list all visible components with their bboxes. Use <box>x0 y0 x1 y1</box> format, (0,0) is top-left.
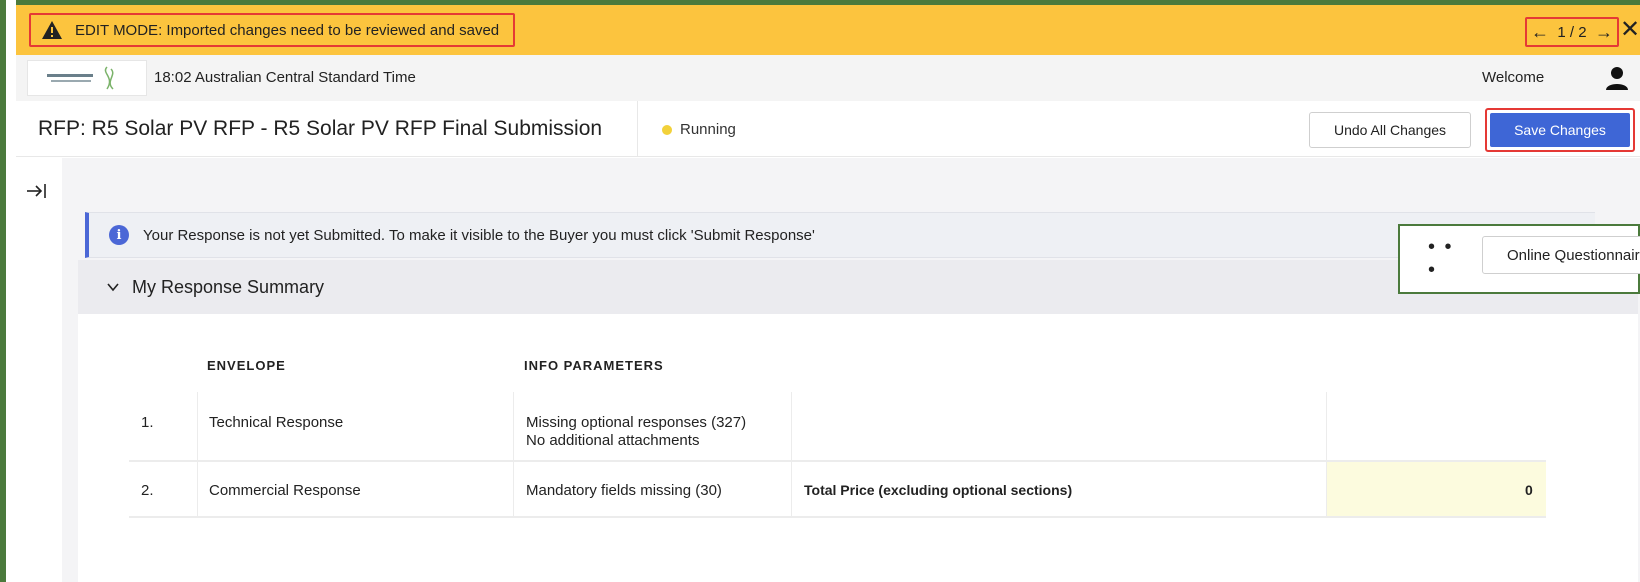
row-number: 2. <box>141 482 154 499</box>
status-text: Running <box>680 121 736 138</box>
edit-mode-text: EDIT MODE: Imported changes need to be r… <box>75 21 500 39</box>
table-row: 2. Commercial Response Mandatory fields … <box>129 462 1546 518</box>
column-divider <box>791 392 792 460</box>
alert-text: Your Response is not yet Submitted. To m… <box>143 226 815 244</box>
column-divider <box>513 462 514 516</box>
title-divider <box>637 101 638 157</box>
chevron-down-icon <box>106 280 120 294</box>
page-title: RFP: R5 Solar PV RFP - R5 Solar PV RFP F… <box>38 117 603 140</box>
close-icon[interactable]: ✕ <box>1620 15 1640 45</box>
online-questionnaire-button[interactable]: Online Questionnaire <box>1482 236 1640 274</box>
page-title-bar: RFP: R5 Solar PV RFP - R5 Solar PV RFP F… <box>16 101 1640 157</box>
envelope-name: Commercial Response <box>209 482 361 499</box>
change-pager: ← 1 / 2 → <box>1525 17 1619 47</box>
info-parameter: Mandatory fields missing (30) <box>526 482 722 499</box>
save-changes-button[interactable]: Save Changes <box>1490 113 1630 147</box>
warning-icon <box>41 20 63 40</box>
user-icon[interactable] <box>1604 65 1630 91</box>
side-rail <box>16 158 60 582</box>
edit-mode-banner: EDIT MODE: Imported changes need to be r… <box>16 5 1640 55</box>
total-price-label: Total Price (excluding optional sections… <box>804 482 1073 498</box>
arrow-left-icon[interactable]: ← <box>1531 23 1549 41</box>
window-frame-left <box>0 0 16 582</box>
status-dot-icon <box>662 124 672 135</box>
column-divider <box>513 392 514 460</box>
summary-title: My Response Summary <box>132 276 325 297</box>
edit-mode-message: EDIT MODE: Imported changes need to be r… <box>29 13 516 47</box>
expand-sidebar-icon[interactable] <box>24 178 50 204</box>
more-options-button[interactable]: • • • <box>1428 236 1468 281</box>
undo-all-changes-button[interactable]: Undo All Changes <box>1309 112 1471 148</box>
status-indicator: Running <box>662 121 736 138</box>
header-bar: 18:02 Australian Central Standard Time W… <box>16 55 1640 101</box>
column-divider <box>1326 462 1327 516</box>
price-cell-background <box>1327 462 1546 516</box>
column-divider <box>791 462 792 516</box>
response-actions-panel: • • • Online Questionnaire <box>1398 224 1640 294</box>
current-time: 18:02 Australian Central Standard Time <box>154 69 416 86</box>
main-content: i Your Response is not yet Submitted. To… <box>62 158 1640 582</box>
column-divider <box>197 462 198 516</box>
column-header-info: INFO PARAMETERS <box>524 358 664 373</box>
total-price-value: 0 <box>1525 482 1533 498</box>
column-header-envelope: ENVELOPE <box>207 358 286 373</box>
column-divider <box>197 392 198 460</box>
column-divider <box>1326 392 1327 460</box>
response-summary-table: ENVELOPE INFO PARAMETERS 1. Technical Re… <box>78 314 1638 582</box>
save-changes-highlight: Save Changes <box>1485 108 1635 152</box>
arrow-right-icon[interactable]: → <box>1595 23 1613 41</box>
submission-alert: i Your Response is not yet Submitted. To… <box>85 212 1595 258</box>
app-content: EDIT MODE: Imported changes need to be r… <box>16 5 1640 582</box>
info-icon: i <box>109 225 129 245</box>
logo <box>27 60 147 96</box>
table-row: 1. Technical Response Missing optional r… <box>129 392 1546 462</box>
welcome-text: Welcome <box>1482 69 1545 86</box>
pager-count: 1 / 2 <box>1557 23 1587 41</box>
